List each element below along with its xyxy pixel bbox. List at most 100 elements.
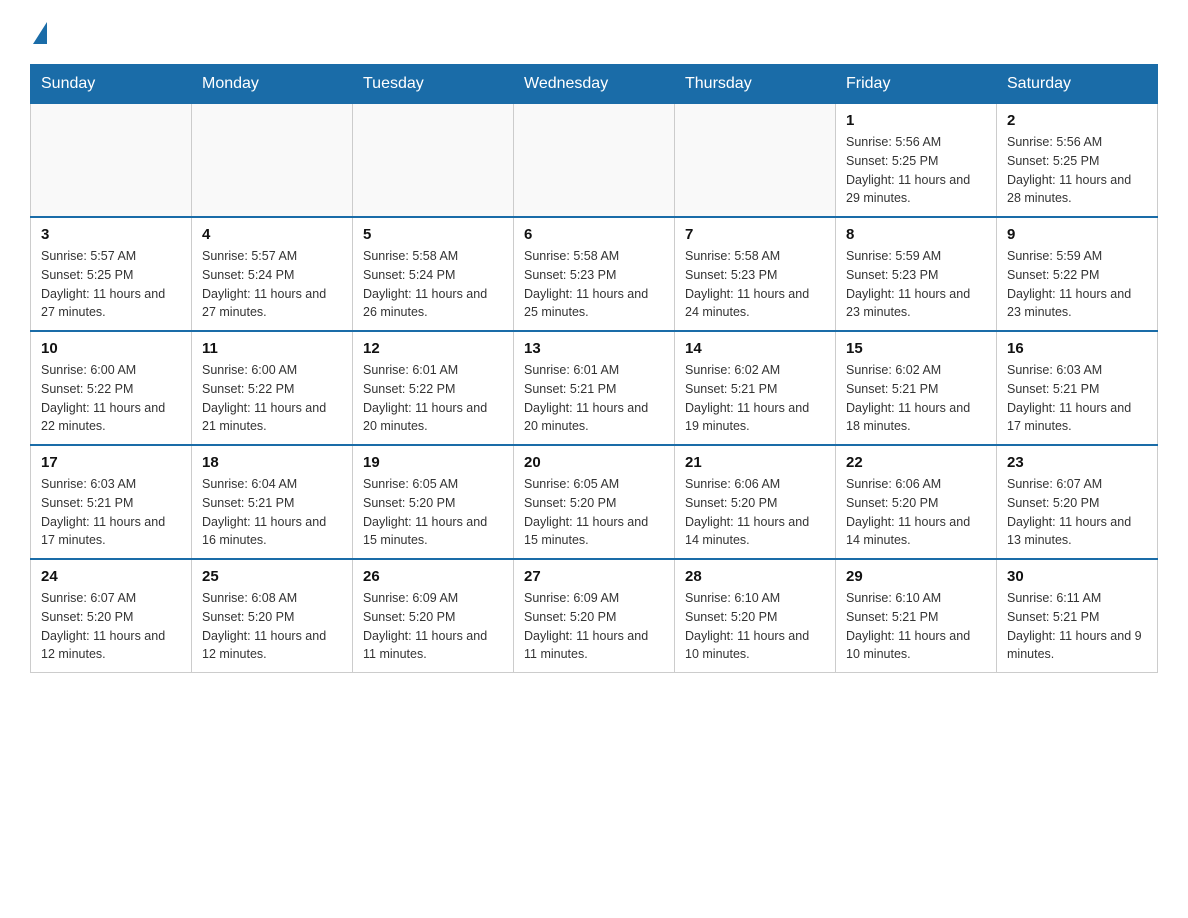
logo-triangle-icon bbox=[33, 22, 47, 44]
day-number: 8 bbox=[846, 226, 986, 243]
day-number: 18 bbox=[202, 454, 342, 471]
calendar-cell: 6 Sunrise: 5:58 AM Sunset: 5:23 PM Daylig… bbox=[514, 217, 675, 331]
day-info: Sunrise: 5:58 AM Sunset: 5:24 PM Dayligh… bbox=[363, 247, 503, 322]
calendar-cell bbox=[192, 104, 353, 218]
calendar-cell: 2 Sunrise: 5:56 AM Sunset: 5:25 PM Daylig… bbox=[997, 104, 1158, 218]
calendar-cell: 12 Sunrise: 6:01 AM Sunset: 5:22 PM Dayli… bbox=[353, 331, 514, 445]
day-number: 9 bbox=[1007, 226, 1147, 243]
day-number: 11 bbox=[202, 340, 342, 357]
calendar-cell: 19Sunrise: 6:05 AM Sunset: 5:20 PM Dayli… bbox=[353, 445, 514, 559]
calendar-cell: 13 Sunrise: 6:01 AM Sunset: 5:21 PM Dayli… bbox=[514, 331, 675, 445]
day-number: 4 bbox=[202, 226, 342, 243]
day-info: Sunrise: 5:58 AM Sunset: 5:23 PM Dayligh… bbox=[685, 247, 825, 322]
day-info: Sunrise: 5:59 AM Sunset: 5:22 PM Dayligh… bbox=[1007, 247, 1147, 322]
calendar-cell: 1 Sunrise: 5:56 AM Sunset: 5:25 PM Daylig… bbox=[836, 104, 997, 218]
calendar-cell: 29 Sunrise: 6:10 AM Sunset: 5:21 PM Dayli… bbox=[836, 559, 997, 673]
calendar-cell: 4 Sunrise: 5:57 AM Sunset: 5:24 PM Daylig… bbox=[192, 217, 353, 331]
day-info: Sunrise: 5:56 AM Sunset: 5:25 PM Dayligh… bbox=[1007, 133, 1147, 208]
day-info: Sunrise: 6:05 AM Sunset: 5:20 PM Dayligh… bbox=[363, 475, 503, 550]
day-info: Sunrise: 6:01 AM Sunset: 5:22 PM Dayligh… bbox=[363, 361, 503, 436]
day-number: 3 bbox=[41, 226, 181, 243]
day-info: Sunrise: 5:59 AM Sunset: 5:23 PM Dayligh… bbox=[846, 247, 986, 322]
calendar-cell: 15 Sunrise: 6:02 AM Sunset: 5:21 PM Dayli… bbox=[836, 331, 997, 445]
day-of-week-header: Sunday bbox=[31, 65, 192, 104]
day-number: 7 bbox=[685, 226, 825, 243]
day-of-week-header: Monday bbox=[192, 65, 353, 104]
day-of-week-header: Tuesday bbox=[353, 65, 514, 104]
day-info: Sunrise: 5:57 AM Sunset: 5:25 PM Dayligh… bbox=[41, 247, 181, 322]
day-info: Sunrise: 6:07 AM Sunset: 5:20 PM Dayligh… bbox=[41, 589, 181, 664]
day-number: 23 bbox=[1007, 454, 1147, 471]
day-number: 12 bbox=[363, 340, 503, 357]
day-number: 25 bbox=[202, 568, 342, 585]
calendar-cell: 21 Sunrise: 6:06 AM Sunset: 5:20 PM Dayli… bbox=[675, 445, 836, 559]
day-info: Sunrise: 6:05 AM Sunset: 5:20 PM Dayligh… bbox=[524, 475, 664, 550]
calendar-cell: 22 Sunrise: 6:06 AM Sunset: 5:20 PM Dayli… bbox=[836, 445, 997, 559]
day-info: Sunrise: 6:01 AM Sunset: 5:21 PM Dayligh… bbox=[524, 361, 664, 436]
day-number: 17 bbox=[41, 454, 181, 471]
calendar-week-row: 1 Sunrise: 5:56 AM Sunset: 5:25 PM Daylig… bbox=[31, 104, 1158, 218]
calendar-cell: 30 Sunrise: 6:11 AM Sunset: 5:21 PM Dayli… bbox=[997, 559, 1158, 673]
day-of-week-header: Wednesday bbox=[514, 65, 675, 104]
calendar-cell: 20 Sunrise: 6:05 AM Sunset: 5:20 PM Dayli… bbox=[514, 445, 675, 559]
day-info: Sunrise: 6:03 AM Sunset: 5:21 PM Dayligh… bbox=[41, 475, 181, 550]
calendar-cell: 11 Sunrise: 6:00 AM Sunset: 5:22 PM Dayli… bbox=[192, 331, 353, 445]
calendar-cell: 28 Sunrise: 6:10 AM Sunset: 5:20 PM Dayli… bbox=[675, 559, 836, 673]
calendar-week-row: 17 Sunrise: 6:03 AM Sunset: 5:21 PM Dayli… bbox=[31, 445, 1158, 559]
day-info: Sunrise: 6:04 AM Sunset: 5:21 PM Dayligh… bbox=[202, 475, 342, 550]
day-info: Sunrise: 6:03 AM Sunset: 5:21 PM Dayligh… bbox=[1007, 361, 1147, 436]
calendar-cell bbox=[675, 104, 836, 218]
day-info: Sunrise: 6:08 AM Sunset: 5:20 PM Dayligh… bbox=[202, 589, 342, 664]
day-info: Sunrise: 5:56 AM Sunset: 5:25 PM Dayligh… bbox=[846, 133, 986, 208]
page-header bbox=[30, 20, 1158, 44]
calendar-cell bbox=[31, 104, 192, 218]
day-info: Sunrise: 6:10 AM Sunset: 5:21 PM Dayligh… bbox=[846, 589, 986, 664]
day-info: Sunrise: 6:00 AM Sunset: 5:22 PM Dayligh… bbox=[202, 361, 342, 436]
calendar-cell: 26Sunrise: 6:09 AM Sunset: 5:20 PM Dayli… bbox=[353, 559, 514, 673]
day-number: 27 bbox=[524, 568, 664, 585]
day-number: 20 bbox=[524, 454, 664, 471]
day-of-week-header: Saturday bbox=[997, 65, 1158, 104]
day-info: Sunrise: 6:09 AM Sunset: 5:20 PM Dayligh… bbox=[524, 589, 664, 664]
calendar-cell bbox=[514, 104, 675, 218]
day-info: Sunrise: 6:07 AM Sunset: 5:20 PM Dayligh… bbox=[1007, 475, 1147, 550]
day-number: 29 bbox=[846, 568, 986, 585]
calendar-cell: 24Sunrise: 6:07 AM Sunset: 5:20 PM Dayli… bbox=[31, 559, 192, 673]
calendar-cell: 8 Sunrise: 5:59 AM Sunset: 5:23 PM Daylig… bbox=[836, 217, 997, 331]
day-number: 1 bbox=[846, 112, 986, 129]
calendar-week-row: 24Sunrise: 6:07 AM Sunset: 5:20 PM Dayli… bbox=[31, 559, 1158, 673]
day-info: Sunrise: 6:06 AM Sunset: 5:20 PM Dayligh… bbox=[685, 475, 825, 550]
day-number: 2 bbox=[1007, 112, 1147, 129]
calendar-cell: 9 Sunrise: 5:59 AM Sunset: 5:22 PM Daylig… bbox=[997, 217, 1158, 331]
calendar-week-row: 10Sunrise: 6:00 AM Sunset: 5:22 PM Dayli… bbox=[31, 331, 1158, 445]
day-number: 5 bbox=[363, 226, 503, 243]
day-info: Sunrise: 6:11 AM Sunset: 5:21 PM Dayligh… bbox=[1007, 589, 1147, 664]
calendar-cell: 14 Sunrise: 6:02 AM Sunset: 5:21 PM Dayli… bbox=[675, 331, 836, 445]
calendar-cell bbox=[353, 104, 514, 218]
day-info: Sunrise: 6:00 AM Sunset: 5:22 PM Dayligh… bbox=[41, 361, 181, 436]
logo bbox=[30, 20, 47, 44]
day-info: Sunrise: 6:02 AM Sunset: 5:21 PM Dayligh… bbox=[846, 361, 986, 436]
day-number: 30 bbox=[1007, 568, 1147, 585]
calendar-cell: 10Sunrise: 6:00 AM Sunset: 5:22 PM Dayli… bbox=[31, 331, 192, 445]
calendar-table: SundayMondayTuesdayWednesdayThursdayFrid… bbox=[30, 64, 1158, 673]
day-number: 22 bbox=[846, 454, 986, 471]
day-number: 21 bbox=[685, 454, 825, 471]
calendar-cell: 17 Sunrise: 6:03 AM Sunset: 5:21 PM Dayli… bbox=[31, 445, 192, 559]
day-info: Sunrise: 6:06 AM Sunset: 5:20 PM Dayligh… bbox=[846, 475, 986, 550]
day-of-week-header: Thursday bbox=[675, 65, 836, 104]
day-number: 15 bbox=[846, 340, 986, 357]
calendar-cell: 18 Sunrise: 6:04 AM Sunset: 5:21 PM Dayli… bbox=[192, 445, 353, 559]
day-number: 6 bbox=[524, 226, 664, 243]
calendar-cell: 23 Sunrise: 6:07 AM Sunset: 5:20 PM Dayli… bbox=[997, 445, 1158, 559]
calendar-week-row: 3 Sunrise: 5:57 AM Sunset: 5:25 PM Daylig… bbox=[31, 217, 1158, 331]
day-info: Sunrise: 6:09 AM Sunset: 5:20 PM Dayligh… bbox=[363, 589, 503, 664]
day-number: 28 bbox=[685, 568, 825, 585]
day-info: Sunrise: 5:58 AM Sunset: 5:23 PM Dayligh… bbox=[524, 247, 664, 322]
day-info: Sunrise: 6:02 AM Sunset: 5:21 PM Dayligh… bbox=[685, 361, 825, 436]
day-info: Sunrise: 5:57 AM Sunset: 5:24 PM Dayligh… bbox=[202, 247, 342, 322]
day-number: 13 bbox=[524, 340, 664, 357]
calendar-cell: 3 Sunrise: 5:57 AM Sunset: 5:25 PM Daylig… bbox=[31, 217, 192, 331]
day-number: 14 bbox=[685, 340, 825, 357]
day-info: Sunrise: 6:10 AM Sunset: 5:20 PM Dayligh… bbox=[685, 589, 825, 664]
